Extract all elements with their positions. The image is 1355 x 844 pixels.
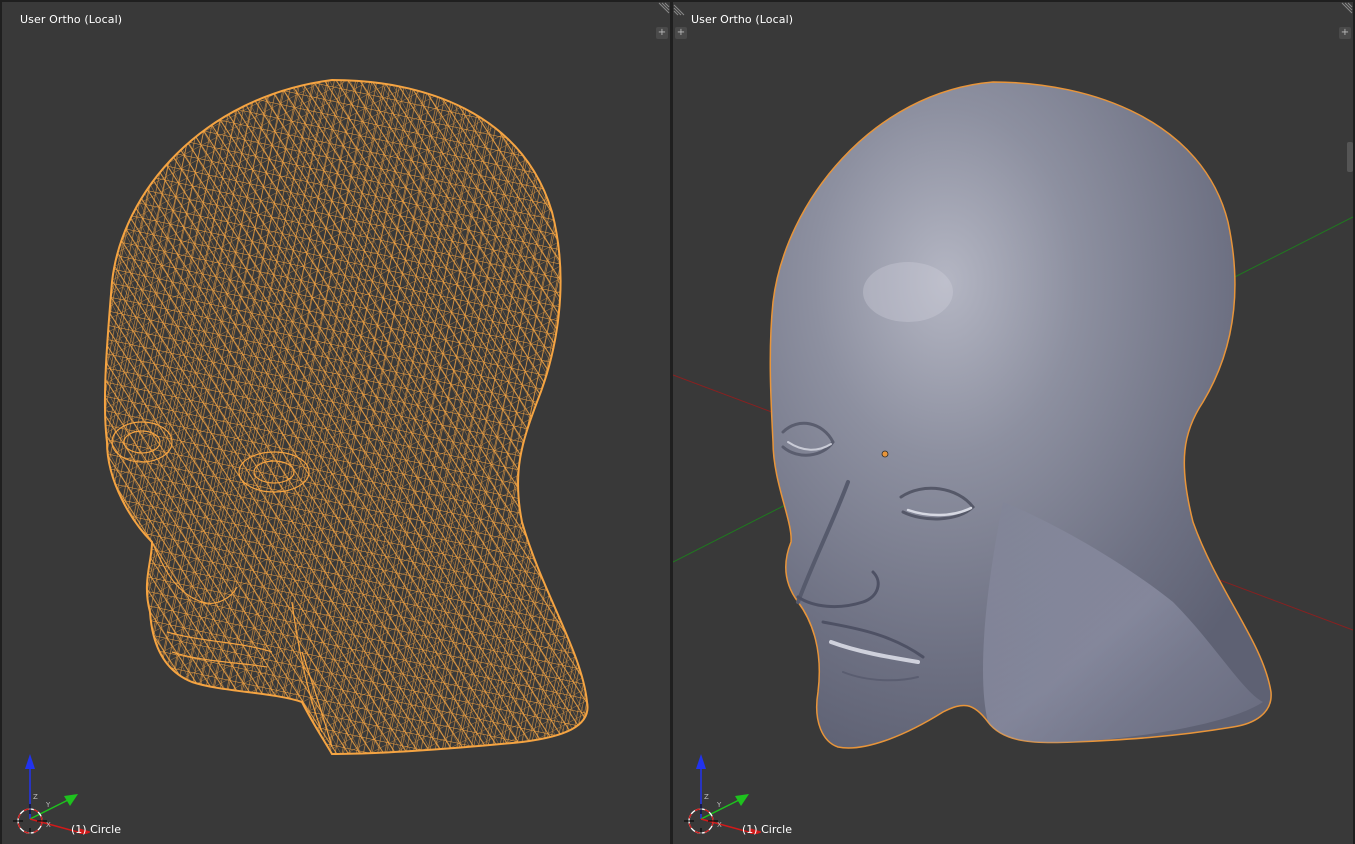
- wireframe-head-mesh[interactable]: [2, 2, 670, 844]
- view-name-label: User Ortho (Local): [20, 13, 123, 26]
- svg-text:X: X: [46, 821, 51, 829]
- axis-gizmo-icon: Z Y X: [13, 754, 90, 834]
- viewport-scrollbar[interactable]: [1347, 142, 1353, 172]
- svg-text:Y: Y: [716, 801, 722, 809]
- active-object-label: (1) Circle: [71, 823, 121, 836]
- hatch-icon[interactable]: [1339, 2, 1353, 16]
- hatch-icon[interactable]: [673, 2, 687, 16]
- solid-head-mesh[interactable]: [673, 2, 1353, 844]
- svg-text:Y: Y: [45, 801, 51, 809]
- viewport-solid[interactable]: User Ortho (Local) + + Z Y X (1) Circle: [673, 2, 1353, 844]
- hatch-icon[interactable]: [656, 2, 670, 16]
- active-object-label: (1) Circle: [742, 823, 792, 836]
- view-name-label: User Ortho (Local): [691, 13, 794, 26]
- svg-text:X: X: [717, 821, 722, 829]
- viewport-wireframe[interactable]: User Ortho (Local) + Z Y X (1) Circle: [2, 2, 670, 844]
- plus-icon[interactable]: +: [1339, 27, 1351, 39]
- axis-gizmo-icon: Z Y X: [684, 754, 761, 834]
- blender-window: User Ortho (Local) + Z Y X (1) Circle Us…: [0, 0, 1355, 844]
- svg-text:Z: Z: [33, 793, 38, 801]
- plus-icon[interactable]: +: [656, 27, 668, 39]
- svg-text:Z: Z: [704, 793, 709, 801]
- plus-icon[interactable]: +: [675, 27, 687, 39]
